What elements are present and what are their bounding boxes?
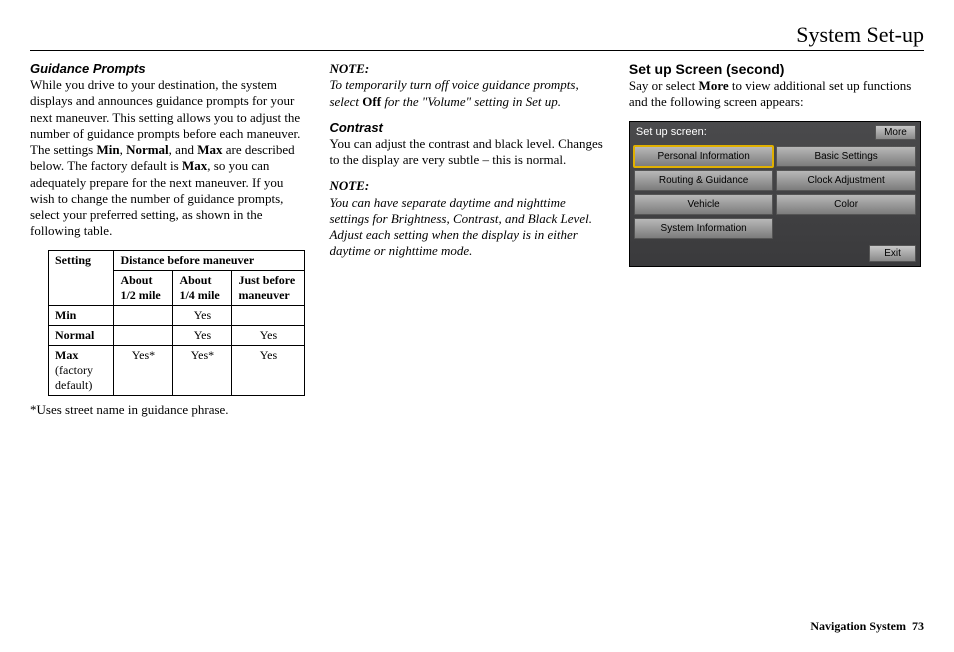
th-setting: Setting	[49, 250, 114, 305]
setup-screen-title: Set up screen:	[636, 126, 707, 138]
table-header-row: Setting Distance before maneuver	[49, 250, 305, 270]
exit-button[interactable]: Exit	[869, 245, 916, 262]
cell	[232, 305, 305, 325]
th-distance: Distance before maneuver	[114, 250, 305, 270]
footer-label: Navigation System	[810, 619, 906, 633]
table-footnote: *Uses street name in guidance phrase.	[30, 402, 305, 418]
text: , and	[169, 142, 198, 157]
max-bold: Max	[197, 142, 222, 157]
vehicle-button[interactable]: Vehicle	[634, 194, 774, 215]
table-row: Normal Yes Yes	[49, 325, 305, 345]
more-bold: More	[699, 78, 729, 93]
cell: Yes	[173, 305, 232, 325]
contrast-heading: Contrast	[329, 120, 604, 135]
row-label: Min	[49, 305, 114, 325]
off-bold: Off	[362, 94, 381, 109]
page-number: 73	[912, 619, 924, 633]
note-label: NOTE:	[329, 61, 604, 77]
label-text: Min	[55, 308, 76, 322]
normal-bold: Normal	[126, 142, 169, 157]
personal-information-button[interactable]: Personal Information	[634, 146, 774, 167]
more-button[interactable]: More	[875, 125, 916, 140]
cell	[114, 325, 173, 345]
text: Say or select	[629, 78, 699, 93]
sublabel-text: (factory default)	[55, 363, 93, 392]
cell: Yes	[173, 325, 232, 345]
min-bold: Min	[96, 142, 119, 157]
note-label-2: NOTE:	[329, 178, 604, 194]
cell: Yes*	[114, 345, 173, 395]
routing-guidance-button[interactable]: Routing & Guidance	[634, 170, 774, 191]
basic-settings-button[interactable]: Basic Settings	[776, 146, 916, 167]
column-2: NOTE: To temporarily turn off voice guid…	[329, 61, 604, 428]
guidance-prompts-body: While you drive to your destination, the…	[30, 77, 305, 240]
label-text: Max	[55, 348, 78, 362]
row-label: Max(factory default)	[49, 345, 114, 395]
th-sub2: About 1/4 mile	[173, 270, 232, 305]
max-bold-2: Max	[182, 158, 207, 173]
contrast-body: You can adjust the contrast and black le…	[329, 136, 604, 169]
note-body: To temporarily turn off voice guidance p…	[329, 77, 604, 110]
setup-screen-intro: Say or select More to view additional se…	[629, 78, 924, 111]
guidance-prompts-heading: Guidance Prompts	[30, 61, 305, 76]
page-footer: Navigation System 73	[810, 619, 924, 634]
setup-screen-graphic: Set up screen: More Personal Information…	[629, 121, 921, 267]
note-body-2: You can have separate daytime and nightt…	[329, 195, 604, 260]
cell	[114, 305, 173, 325]
color-button[interactable]: Color	[776, 194, 916, 215]
label-text: Normal	[55, 328, 94, 342]
system-information-button[interactable]: System Information	[634, 218, 774, 239]
guidance-table: Setting Distance before maneuver About 1…	[48, 250, 305, 396]
column-3: Set up Screen (second) Say or select Mor…	[629, 61, 924, 428]
content-columns: Guidance Prompts While you drive to your…	[30, 61, 924, 428]
empty-slot	[776, 218, 916, 239]
page-title: System Set-up	[30, 22, 924, 51]
th-sub1: About 1/2 mile	[114, 270, 173, 305]
table-row: Min Yes	[49, 305, 305, 325]
column-1: Guidance Prompts While you drive to your…	[30, 61, 305, 428]
cell: Yes	[232, 345, 305, 395]
setup-screen-heading: Set up Screen (second)	[629, 61, 924, 77]
cell: Yes	[232, 325, 305, 345]
th-sub3: Just before maneuver	[232, 270, 305, 305]
cell: Yes*	[173, 345, 232, 395]
row-label: Normal	[49, 325, 114, 345]
setup-footer-row: Exit	[630, 243, 920, 266]
clock-adjustment-button[interactable]: Clock Adjustment	[776, 170, 916, 191]
setup-screen-header: Set up screen: More	[630, 122, 920, 144]
setup-button-grid: Personal Information Basic Settings Rout…	[630, 144, 920, 243]
table-row: Max(factory default) Yes* Yes* Yes	[49, 345, 305, 395]
text: for the "Volume" setting in Set up.	[381, 94, 561, 109]
